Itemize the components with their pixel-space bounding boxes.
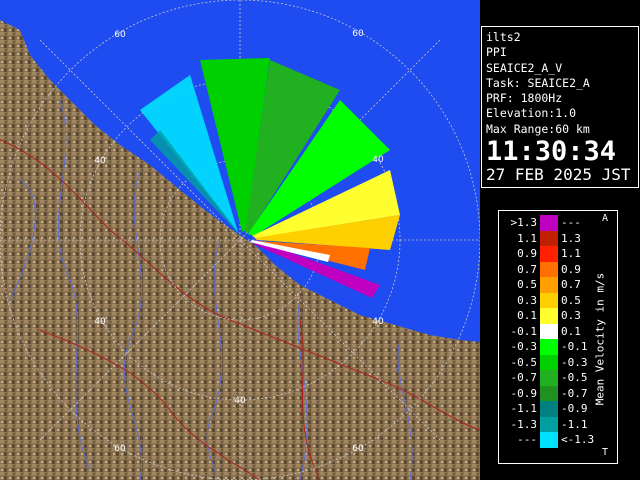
scan-type: PPI	[486, 45, 507, 60]
legend-upper-value: -0.1	[561, 340, 588, 353]
legend-lower-value: -0.5	[510, 355, 538, 369]
legend-row: 0.5 0.7	[499, 277, 597, 293]
legend-upper-value: <-1.3	[561, 433, 595, 446]
legend-row: -0.9 -0.7	[499, 385, 597, 401]
legend-swatch	[540, 261, 558, 277]
legend-swatch	[540, 416, 558, 432]
range-label: 40	[94, 156, 106, 166]
legend-row: --- <-1.3	[499, 432, 597, 448]
legend-upper-value: -0.9	[561, 402, 588, 415]
legend-upper-value: 1.1	[561, 247, 581, 260]
legend-upper-value: -0.5	[561, 371, 588, 384]
elevation-value: Elevation:1.0	[486, 106, 577, 121]
legend-top-marker: A	[602, 213, 609, 224]
legend-swatch	[540, 370, 558, 386]
legend-swatch	[540, 354, 558, 370]
legend-swatch	[540, 401, 558, 417]
legend-upper-value: 0.7	[561, 278, 581, 291]
legend-lower-value: 0.7	[517, 262, 537, 276]
legend-swatch	[540, 246, 558, 262]
legend-upper-value: 0.5	[561, 293, 581, 307]
legend-row: -1.1 -0.9	[499, 401, 597, 417]
legend-upper-value: -0.3	[561, 355, 588, 369]
prf-value: PRF: 1800Hz	[486, 91, 563, 106]
legend-row: -0.5 -0.3	[499, 354, 597, 370]
legend-swatch	[540, 215, 558, 231]
scan-time: 11:30:34	[486, 136, 617, 168]
range-label: 60	[114, 30, 126, 40]
legend-row: 1.1 1.3	[499, 230, 597, 246]
legend-lower-value: -0.1	[510, 324, 538, 338]
legend-lower-value: ---	[517, 433, 537, 446]
legend-swatch	[540, 432, 558, 448]
legend-upper-value: -0.7	[561, 386, 588, 400]
legend-title: Mean Velocity in m/s	[593, 272, 607, 406]
legend-upper-value: -1.1	[561, 417, 588, 431]
legend-row: -1.3 -1.1	[499, 416, 597, 432]
legend-swatch	[540, 385, 558, 401]
legend-lower-value: -1.1	[510, 402, 538, 415]
legend-swatch	[540, 339, 558, 355]
legend-row: -0.1 0.1	[499, 323, 597, 339]
velocity-legend: >1.3 --- 1.1 1.3 0.9 1.1 0.7 0.9 0.5 0.7 0.3 0.5 0.1…	[498, 210, 618, 464]
legend-lower-value: 0.9	[517, 247, 537, 260]
legend-upper-value: ---	[561, 216, 581, 229]
legend-lower-value: -0.7	[510, 371, 538, 384]
legend-row: >1.3 ---	[499, 215, 597, 231]
product-name: SEAICE2_A_V	[486, 60, 563, 75]
legend-swatch	[540, 277, 558, 293]
legend-lower-value: 0.3	[517, 293, 537, 307]
legend-lower-value: 1.1	[517, 231, 537, 245]
legend-row: -0.3 -0.1	[499, 339, 597, 355]
range-label: 40	[94, 317, 106, 327]
range-label: 40	[234, 396, 246, 406]
legend-swatch	[540, 323, 558, 339]
legend-lower-value: -1.3	[510, 417, 538, 431]
legend-upper-value: 1.3	[561, 231, 581, 245]
legend-bottom-marker: T	[602, 447, 609, 458]
max-range-value: Max Range:60 km	[486, 121, 590, 136]
range-label: 60	[352, 29, 364, 39]
legend-lower-value: >1.3	[510, 216, 538, 229]
scan-date: 27 FEB 2025 JST	[486, 165, 631, 185]
task-name: Task: SEAICE2_A	[486, 75, 590, 90]
range-label: 60	[352, 444, 364, 454]
legend-lower-value: -0.9	[510, 386, 538, 400]
legend-row: 0.9 1.1	[499, 246, 597, 262]
legend-lower-value: -0.3	[510, 340, 538, 353]
legend-swatch	[540, 308, 558, 324]
legend-swatch	[540, 230, 558, 246]
legend-lower-value: 0.5	[517, 278, 537, 291]
legend-row: 0.1 0.3	[499, 308, 597, 324]
legend-upper-value: 0.9	[561, 262, 581, 276]
legend-row: 0.7 0.9	[499, 261, 597, 277]
range-label: 60	[114, 444, 126, 454]
range-label: 40	[372, 317, 384, 327]
legend-upper-value: 0.1	[561, 324, 581, 338]
station-name: ilts2	[486, 30, 521, 44]
legend-row: 0.3 0.5	[499, 292, 597, 308]
radar-ppi-map[interactable]: 60 60 40 40 40 40 40 60 60	[0, 0, 480, 480]
scan-info-panel: ilts2 PPI SEAICE2_A_V Task: SEAICE2_A PR…	[481, 26, 639, 188]
legend-swatch	[540, 292, 558, 308]
legend-upper-value: 0.3	[561, 309, 581, 322]
legend-row: -0.7 -0.5	[499, 370, 597, 386]
legend-lower-value: 0.1	[517, 309, 537, 322]
range-label: 40	[372, 155, 384, 165]
